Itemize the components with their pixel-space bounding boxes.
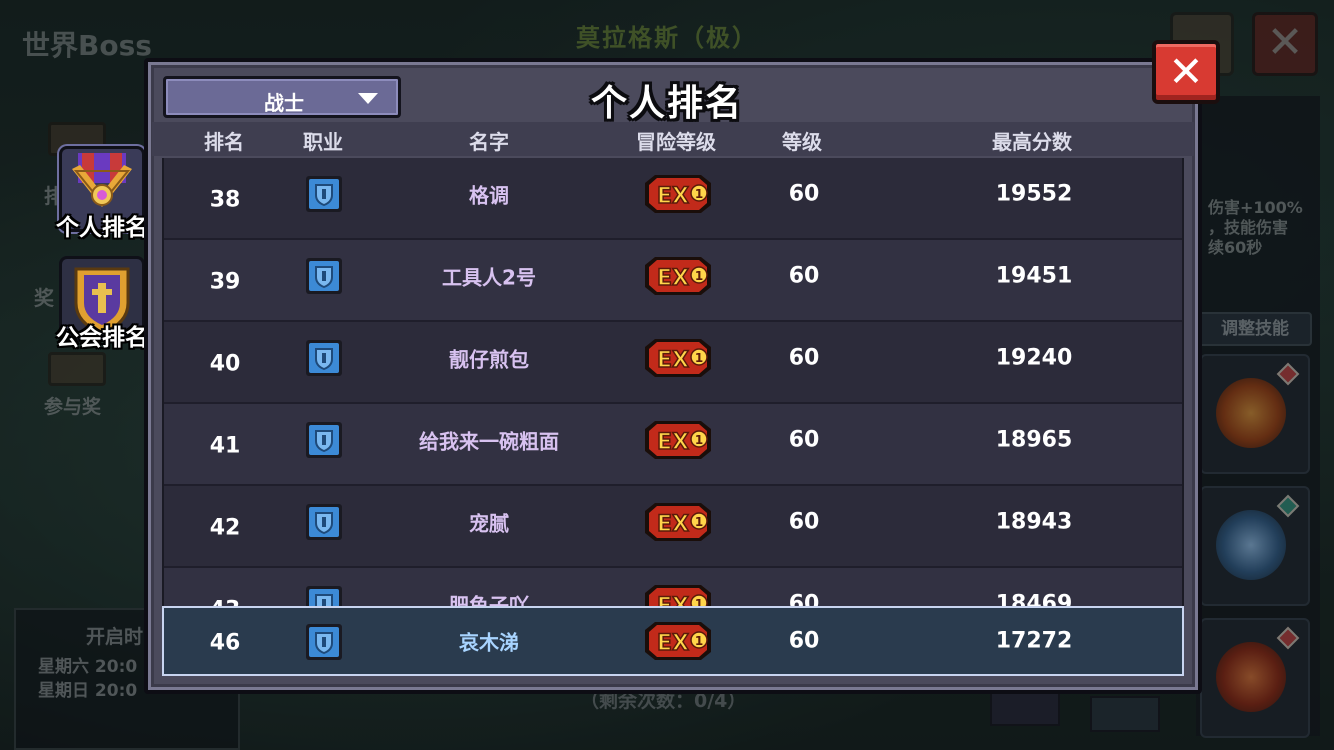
ex-badge-text: EX: [657, 430, 689, 455]
score-value: 18469: [995, 591, 1073, 607]
panel-title: 个人排名: [590, 83, 743, 124]
my-rank-row[interactable]: 46 哀木涕 EX 1 60 17272: [162, 606, 1184, 676]
score-value: 19240: [995, 345, 1073, 371]
ex-rank-badge-icon: EX 1: [645, 175, 711, 213]
column-header-top-score: 最高分数: [992, 130, 1072, 154]
ex-badge-text: EX: [657, 266, 689, 291]
ex-badge-sub: 1: [695, 597, 703, 606]
player-name: 宠腻: [469, 511, 509, 536]
ex-badge-sub: 1: [695, 515, 703, 529]
ex-badge-text: EX: [657, 631, 689, 656]
score-value: 18965: [995, 427, 1073, 453]
column-header-level: 等级: [782, 130, 822, 154]
score-value: 19451: [995, 263, 1073, 289]
level-value: 60: [788, 263, 820, 289]
ex-badge-sub: 1: [695, 187, 703, 201]
level-value: 60: [788, 591, 820, 607]
my-player-name: 哀木涕: [459, 630, 519, 655]
level-value: 60: [788, 345, 820, 371]
ex-badge-sub: 1: [695, 634, 703, 648]
tab-guild-ranking-label: 公会排名: [56, 325, 148, 351]
ex-rank-badge-icon: EX 1: [645, 503, 711, 541]
tab-personal-ranking-label: 个人排名: [56, 215, 148, 241]
my-rank-value: 46: [209, 630, 241, 656]
ranking-list[interactable]: 38 格调 EX 1 60 19552 39 工具人2号 EX 1 60 19451…: [162, 158, 1184, 606]
table-row[interactable]: 41 给我来一碗粗面 EX 1 60 18965: [164, 404, 1182, 486]
ex-badge-sub: 1: [695, 351, 703, 365]
ex-badge-text: EX: [657, 594, 689, 606]
tab-guild-ranking[interactable]: 公会排名: [54, 256, 150, 351]
rank-value: 43: [210, 598, 241, 607]
my-level-value: 60: [788, 628, 820, 654]
player-name: 给我来一碗粗面: [419, 429, 559, 454]
ex-badge-text: EX: [657, 512, 689, 537]
rank-value: 39: [209, 269, 241, 295]
level-value: 60: [788, 181, 820, 207]
ex-rank-badge-icon: EX 1: [645, 421, 711, 459]
player-name: 靓仔煎包: [449, 347, 529, 372]
ex-rank-badge-icon: EX 1: [645, 622, 711, 660]
close-button[interactable]: ✕: [1152, 40, 1220, 104]
table-row[interactable]: 39 工具人2号 EX 1 60 19451: [164, 240, 1182, 322]
ex-rank-badge-icon: EX 1: [645, 257, 711, 295]
warrior-shield-icon: [306, 504, 342, 540]
warrior-shield-icon: [306, 258, 342, 294]
column-header-name: 名字: [469, 130, 509, 154]
rank-value: 38: [209, 187, 241, 213]
column-header-rank: 排名: [204, 130, 244, 154]
ex-badge-sub: 1: [695, 433, 703, 447]
my-score-value: 17272: [995, 628, 1073, 654]
rank-value: 40: [209, 351, 241, 377]
score-value: 19552: [995, 181, 1073, 207]
player-name: 肥鱼子吖: [449, 593, 529, 607]
level-value: 60: [788, 509, 820, 535]
warrior-shield-icon: [306, 624, 342, 660]
ex-badge-text: EX: [657, 184, 689, 209]
warrior-shield-icon: [306, 586, 342, 606]
score-value: 18943: [995, 509, 1073, 535]
rank-value: 41: [209, 433, 241, 459]
table-row[interactable]: 42 宠腻 EX 1 60 18943: [164, 486, 1182, 568]
tab-personal-ranking[interactable]: 个人排名: [54, 146, 150, 241]
table-row[interactable]: 43 肥鱼子吖 EX 1 60 18469: [164, 568, 1182, 606]
table-row[interactable]: 38 格调 EX 1 60 19552: [164, 158, 1182, 240]
ex-badge-sub: 1: [695, 269, 703, 283]
column-header-job: 职业: [303, 130, 343, 154]
ex-rank-badge-icon: EX 1: [645, 339, 711, 377]
player-name: 工具人2号: [442, 265, 536, 290]
column-header-adventure-level: 冒险等级: [636, 130, 716, 154]
warrior-shield-icon: [306, 176, 342, 212]
close-icon: ✕: [1168, 47, 1204, 96]
table-header: 排名 职业 名字 冒险等级 等级 最高分数: [152, 122, 1194, 156]
player-name: 格调: [469, 183, 509, 208]
warrior-shield-icon: [306, 340, 342, 376]
ex-badge-text: EX: [657, 348, 689, 373]
rank-value: 42: [209, 515, 241, 541]
ex-rank-badge-icon: EX 1: [645, 585, 711, 606]
level-value: 60: [788, 427, 820, 453]
warrior-shield-icon: [306, 422, 342, 458]
table-row[interactable]: 40 靓仔煎包 EX 1 60 19240: [164, 322, 1182, 404]
